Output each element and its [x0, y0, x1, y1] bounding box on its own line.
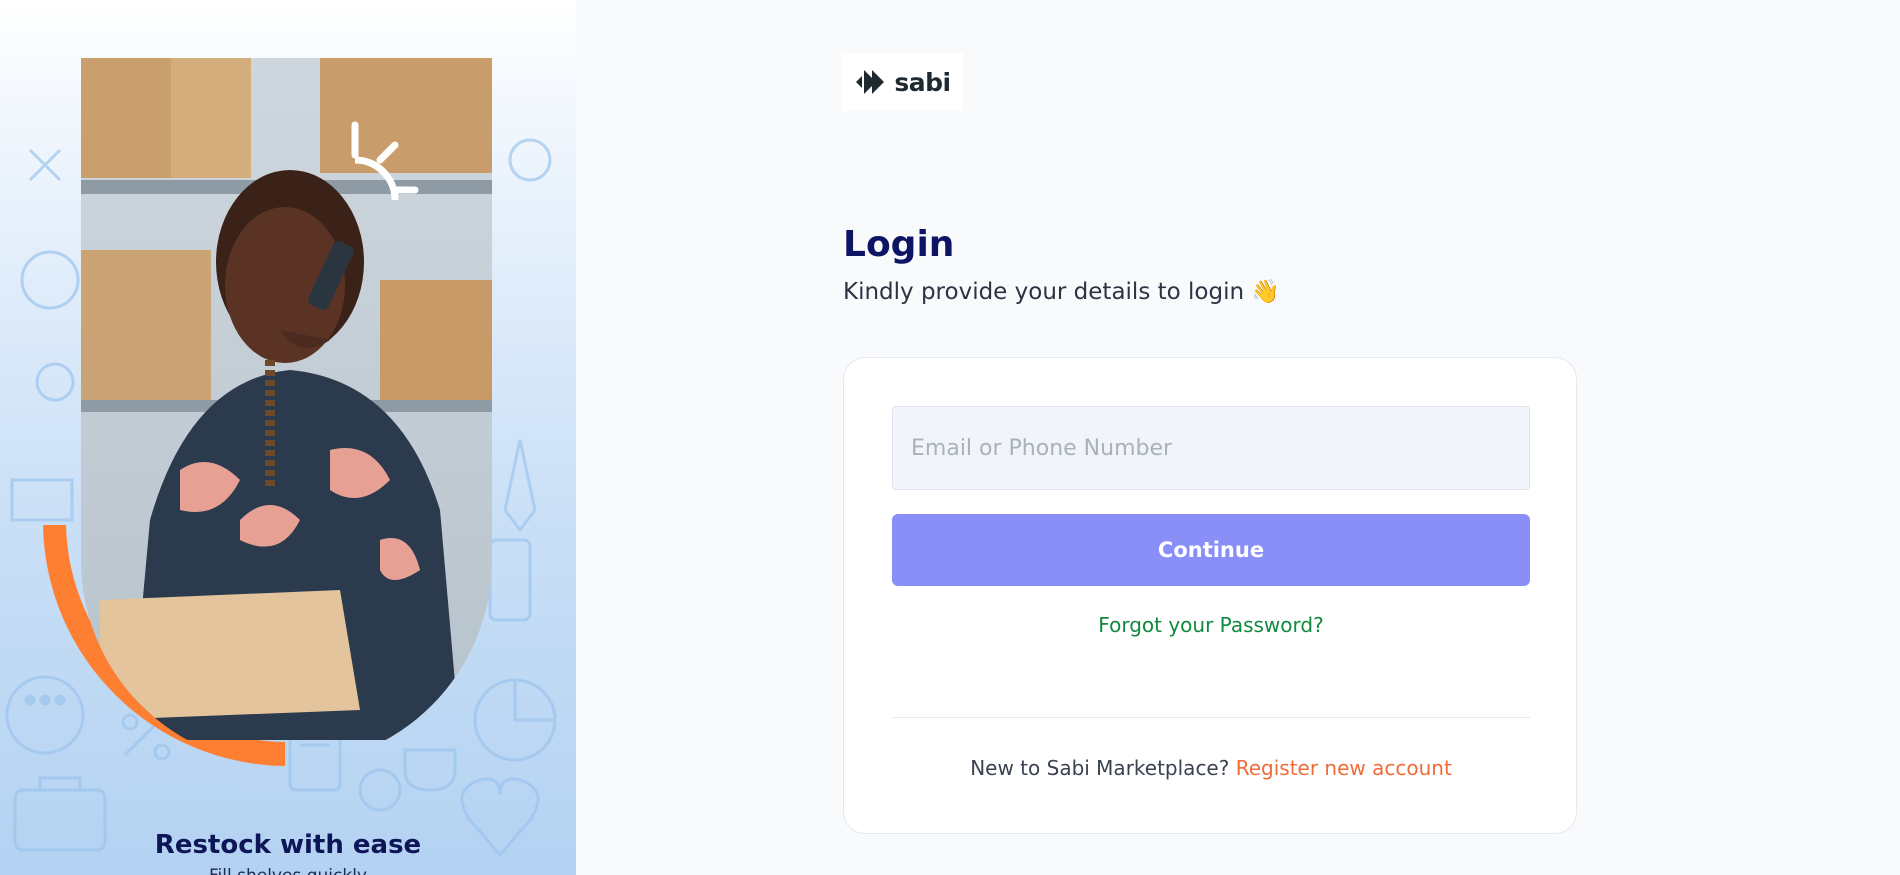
continue-button[interactable]: Continue: [892, 514, 1530, 586]
hero-tagline: Restock with ease: [154, 830, 422, 860]
new-user-text: New to Sabi Marketplace?: [970, 756, 1236, 780]
page-subtitle: Kindly provide your details to login 👋: [843, 279, 1280, 305]
hero-panel: Restock with ease Fill shelves quickly: [0, 0, 576, 875]
page-title: Login: [843, 224, 955, 265]
hero-illustration: [43, 58, 492, 766]
register-prompt: New to Sabi Marketplace? Register new ac…: [892, 756, 1530, 780]
sabi-logo-icon: [856, 70, 885, 94]
email-or-phone-input[interactable]: [892, 406, 1530, 490]
login-card: Continue Forgot your Password? New to Sa…: [843, 357, 1577, 834]
sabi-logo[interactable]: sabi: [842, 53, 963, 111]
register-link[interactable]: Register new account: [1236, 756, 1452, 780]
sabi-logo-text: sabi: [894, 67, 951, 97]
divider: [892, 717, 1530, 718]
forgot-password-link[interactable]: Forgot your Password?: [892, 613, 1530, 637]
hero-tagline-subtext: Fill shelves quickly: [0, 866, 576, 875]
